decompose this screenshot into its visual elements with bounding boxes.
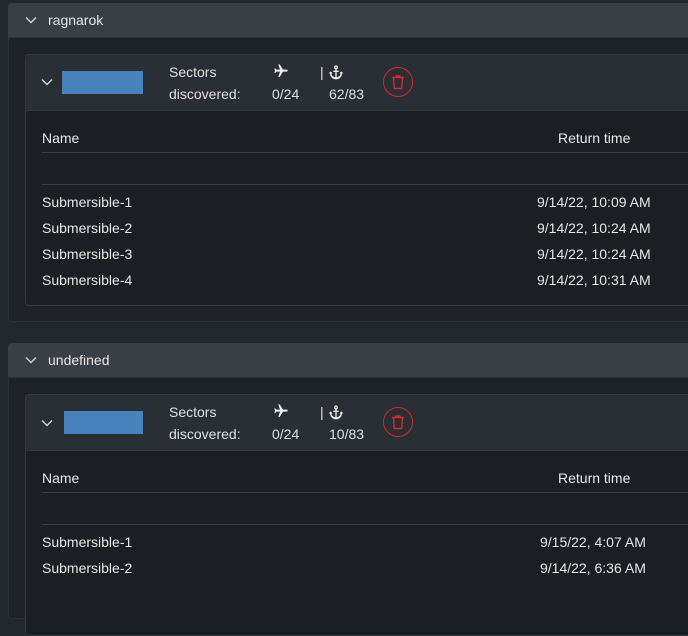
group-title: ragnarok — [48, 12, 104, 28]
sectors-label: Sectors — [169, 64, 217, 80]
airplane-icon — [274, 64, 288, 77]
row-return-time: 9/15/22, 4:07 AM — [540, 534, 646, 550]
table-row[interactable]: Submersible-1 9/14/22, 10:09 AM — [42, 194, 688, 220]
group-ragnarok: ragnarok Sectors discovered: 0/24 | 62/8… — [8, 3, 688, 322]
chevron-down-icon[interactable] — [40, 75, 54, 89]
divider — [42, 492, 688, 493]
delete-button[interactable] — [383, 67, 413, 97]
airplane-icon — [274, 404, 288, 417]
column-header-return-time[interactable]: Return time — [558, 470, 630, 486]
table-row[interactable]: Submersible-3 9/14/22, 10:24 AM — [42, 246, 688, 272]
name-field[interactable] — [64, 411, 143, 434]
table-row[interactable]: Submersible-2 9/14/22, 6:36 AM — [42, 560, 688, 586]
row-return-time: 9/14/22, 6:36 AM — [540, 560, 646, 576]
plane-count: 0/24 — [272, 86, 300, 102]
card-header: Sectors discovered: 0/24 | 62/83 — [26, 55, 688, 111]
table-row[interactable]: Submersible-2 9/14/22, 10:24 AM — [42, 220, 688, 246]
card-header: Sectors discovered: 0/24 | 10/83 — [26, 395, 688, 451]
anchor-icon — [328, 405, 344, 420]
row-return-time: 9/14/22, 10:09 AM — [537, 194, 651, 210]
group-header[interactable]: undefined — [8, 343, 688, 377]
row-name: Submersible-4 — [42, 272, 133, 288]
group-undefined: undefined Sectors discovered: 0/24 | 10/… — [8, 343, 688, 636]
separator: | — [320, 404, 324, 420]
column-header-name[interactable]: Name — [42, 130, 79, 146]
table-row[interactable]: Submersible-4 9/14/22, 10:31 AM — [42, 272, 688, 298]
delete-button[interactable] — [383, 407, 413, 437]
discovered-label: discovered: — [169, 426, 241, 442]
column-header-return-time[interactable]: Return time — [558, 130, 630, 146]
chevron-down-icon[interactable] — [24, 353, 38, 367]
chevron-down-icon[interactable] — [40, 416, 54, 430]
divider — [42, 184, 688, 185]
submarine-card: Sectors discovered: 0/24 | 10/83 Name Re… — [25, 394, 688, 636]
trash-icon — [392, 75, 404, 90]
plane-count: 0/24 — [272, 426, 300, 442]
row-name: Submersible-2 — [42, 220, 133, 236]
row-name: Submersible-1 — [42, 534, 133, 550]
divider — [42, 524, 688, 525]
group-body: Sectors discovered: 0/24 | 10/83 Name Re… — [8, 377, 688, 636]
column-header-name[interactable]: Name — [42, 470, 79, 486]
separator: | — [320, 64, 324, 80]
trash-icon — [392, 415, 404, 430]
row-return-time: 9/14/22, 10:31 AM — [537, 272, 651, 288]
divider — [42, 152, 688, 153]
anchor-icon — [328, 65, 344, 80]
row-name: Submersible-2 — [42, 560, 133, 576]
name-field[interactable] — [62, 71, 143, 94]
group-body: Sectors discovered: 0/24 | 62/83 Name Re… — [8, 37, 688, 322]
table-row[interactable]: Submersible-1 9/15/22, 4:07 AM — [42, 534, 688, 560]
row-name: Submersible-1 — [42, 194, 133, 210]
group-title: undefined — [48, 352, 110, 368]
row-return-time: 9/14/22, 10:24 AM — [537, 246, 651, 262]
sectors-label: Sectors — [169, 404, 217, 420]
anchor-count: 62/83 — [329, 86, 365, 102]
submarine-card: Sectors discovered: 0/24 | 62/83 Name Re… — [25, 54, 688, 306]
anchor-count: 10/83 — [329, 426, 365, 442]
chevron-down-icon[interactable] — [24, 13, 38, 27]
group-header[interactable]: ragnarok — [8, 3, 688, 37]
discovered-label: discovered: — [169, 86, 241, 102]
row-name: Submersible-3 — [42, 246, 133, 262]
row-return-time: 9/14/22, 10:24 AM — [537, 220, 651, 236]
